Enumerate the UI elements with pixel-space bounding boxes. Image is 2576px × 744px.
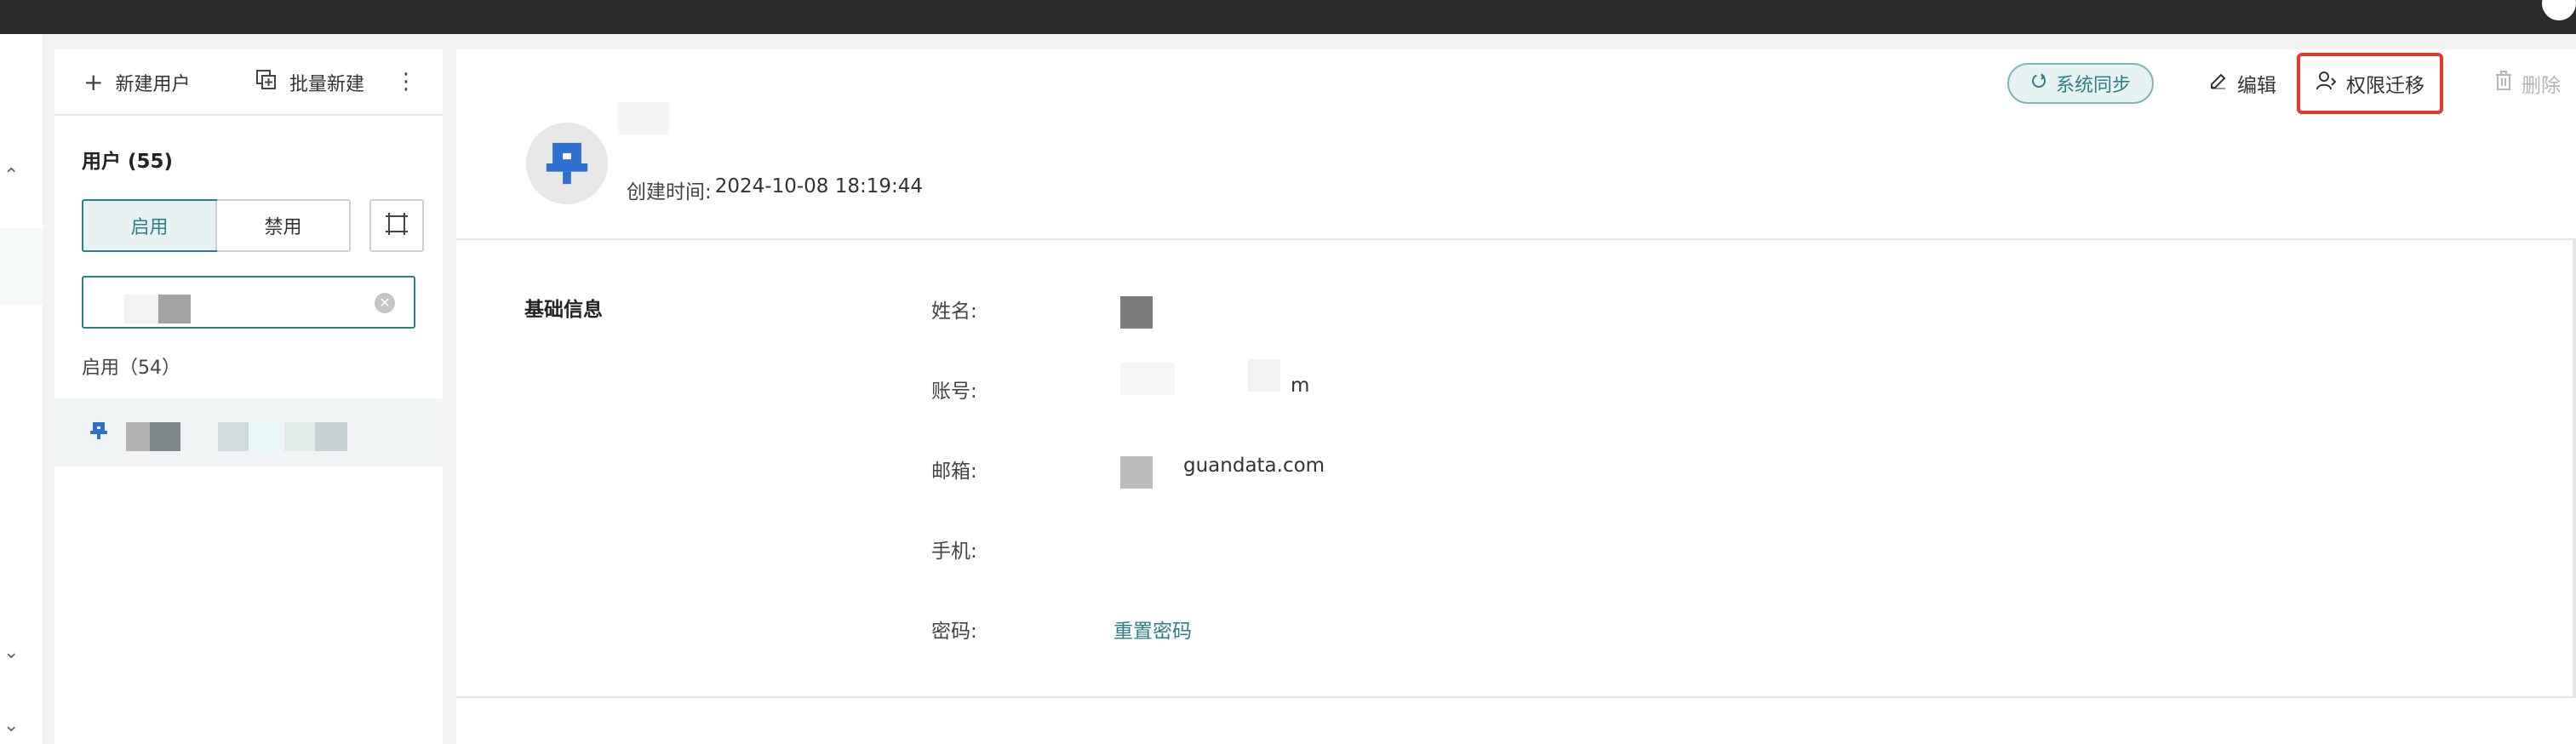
- filter-frame-icon: [384, 211, 409, 240]
- edit-icon: [2208, 71, 2229, 96]
- email-label: 邮箱:: [931, 461, 977, 483]
- new-user-button[interactable]: + 新建用户: [83, 66, 190, 99]
- edit-label: 编辑: [2237, 75, 2276, 97]
- top-bar: [0, 0, 2576, 34]
- chevron-down-icon[interactable]: ⌄: [3, 644, 19, 662]
- email-value: guandata.com: [1183, 455, 1325, 477]
- system-sync-badge: 系统同步: [2007, 63, 2154, 104]
- chevron-up-icon[interactable]: ⌃: [3, 167, 19, 186]
- search-redacted-b: [158, 295, 191, 323]
- account-value-redacted: [1120, 363, 1175, 395]
- enabled-group-label: 启用（54）: [82, 358, 180, 379]
- user-name-redacted: [618, 102, 669, 134]
- trash-icon: [2494, 71, 2513, 96]
- segment-enabled[interactable]: 启用: [82, 199, 217, 252]
- password-label: 密码:: [931, 621, 977, 643]
- name-value-redacted: [1120, 296, 1153, 329]
- chevron-down-icon[interactable]: ⌄: [3, 717, 19, 735]
- user-avatar-icon: [89, 421, 109, 441]
- account-value-redacted: [1248, 359, 1280, 392]
- row-redacted: [315, 422, 347, 451]
- user-transfer-icon: [2316, 70, 2338, 97]
- left-rail: ⌃ ⌄ ⌄: [0, 34, 43, 744]
- batch-create-button[interactable]: 批量新建: [255, 66, 364, 99]
- phone-label: 手机:: [931, 541, 977, 563]
- segment-disabled[interactable]: 禁用: [215, 201, 349, 250]
- clear-circle-icon[interactable]: ✕: [375, 293, 395, 313]
- user-avatar: [526, 123, 608, 204]
- row-redacted: [249, 422, 279, 451]
- filter-button[interactable]: [369, 199, 424, 252]
- user-avatar-icon: [546, 142, 588, 185]
- permission-transfer-label: 权限迁移: [2346, 75, 2424, 97]
- row-redacted: [150, 422, 180, 451]
- content-right-border: [2573, 240, 2576, 696]
- rail-active-item[interactable]: [0, 228, 43, 305]
- search-redacted-a: [124, 295, 158, 323]
- row-redacted: [284, 422, 315, 451]
- delete-button[interactable]: 删除: [2494, 63, 2561, 104]
- status-segment: 启用 禁用: [82, 199, 351, 252]
- user-detail-panel: 创建时间: 2024-10-08 18:19:44 系统同步 编辑 权限迁移 删…: [456, 49, 2576, 744]
- list-item[interactable]: [54, 398, 443, 466]
- search-input[interactable]: ✕: [82, 276, 415, 329]
- row-redacted: [126, 422, 150, 451]
- user-panel-toolbar: + 新建用户 批量新建 ⋮: [54, 49, 443, 116]
- plus-icon: +: [83, 68, 104, 96]
- more-menu-button[interactable]: ⋮: [393, 65, 419, 99]
- copy-add-icon: [255, 69, 278, 96]
- row-redacted: [218, 422, 249, 451]
- user-list-panel: + 新建用户 批量新建 ⋮ 用户 (55) 启用 禁用 ✕ 启用（54）: [54, 49, 443, 744]
- name-label: 姓名:: [931, 300, 977, 323]
- email-value-redacted: [1120, 456, 1153, 489]
- sync-icon: [2030, 72, 2047, 94]
- created-time: 创建时间: 2024-10-08 18:19:44: [627, 175, 923, 204]
- new-user-label: 新建用户: [115, 74, 191, 95]
- account-label: 账号:: [931, 381, 977, 403]
- edit-button[interactable]: 编辑: [2208, 63, 2276, 104]
- created-time-value: 2024-10-08 18:19:44: [714, 175, 924, 197]
- section-divider: [456, 696, 2576, 698]
- profile-header: 创建时间: 2024-10-08 18:19:44 系统同步 编辑 权限迁移 删…: [456, 49, 2576, 240]
- permission-transfer-button[interactable]: 权限迁移: [2297, 53, 2443, 114]
- user-avatar-corner[interactable]: [2542, 0, 2576, 20]
- delete-label: 删除: [2522, 75, 2561, 97]
- system-sync-label: 系统同步: [2055, 75, 2131, 96]
- row-redacted: [180, 422, 206, 451]
- user-count-title: 用户 (55): [82, 151, 174, 173]
- reset-password-link[interactable]: 重置密码: [1113, 615, 1192, 644]
- basic-info-title: 基础信息: [524, 299, 603, 321]
- account-value-suffix: m: [1291, 375, 1310, 397]
- batch-create-label: 批量新建: [289, 74, 365, 95]
- created-time-label: 创建时间:: [627, 181, 712, 203]
